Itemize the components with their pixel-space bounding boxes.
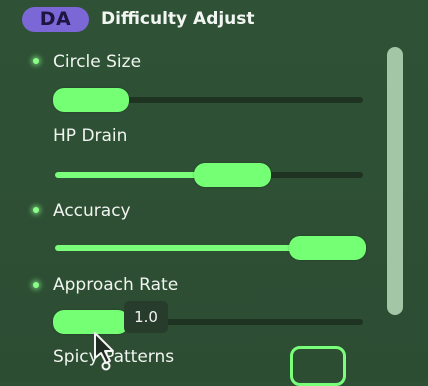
mod-title: Difficulty Adjust: [101, 9, 255, 29]
toggle-spicy-patterns[interactable]: [290, 346, 346, 386]
active-dot-icon: [33, 207, 39, 213]
setting-label-circle-size: Circle Size: [53, 52, 142, 72]
mod-settings-panel: DA Difficulty Adjust Circle Size HP Drai…: [0, 0, 428, 386]
slider-knob[interactable]: [53, 88, 129, 112]
slider-knob[interactable]: [289, 236, 366, 260]
setting-label-hp-drain: HP Drain: [53, 126, 128, 146]
slider-circle-size[interactable]: [53, 87, 363, 113]
slider-hp-drain[interactable]: [53, 162, 363, 188]
mod-badge: DA: [22, 6, 89, 32]
slider-accuracy[interactable]: [53, 235, 366, 261]
setting-label-accuracy: Accuracy: [53, 201, 131, 221]
slider-value-tooltip: 1.0: [124, 301, 168, 333]
slider-fill: [55, 245, 305, 251]
slider-fill: [55, 172, 205, 178]
setting-label-approach-rate: Approach Rate: [53, 275, 179, 295]
scrollbar[interactable]: [387, 47, 403, 315]
active-dot-icon: [33, 282, 39, 288]
active-dot-icon: [33, 58, 39, 64]
cursor-icon: [94, 332, 114, 371]
mod-header: DA Difficulty Adjust: [22, 6, 255, 32]
slider-knob[interactable]: [194, 163, 271, 187]
